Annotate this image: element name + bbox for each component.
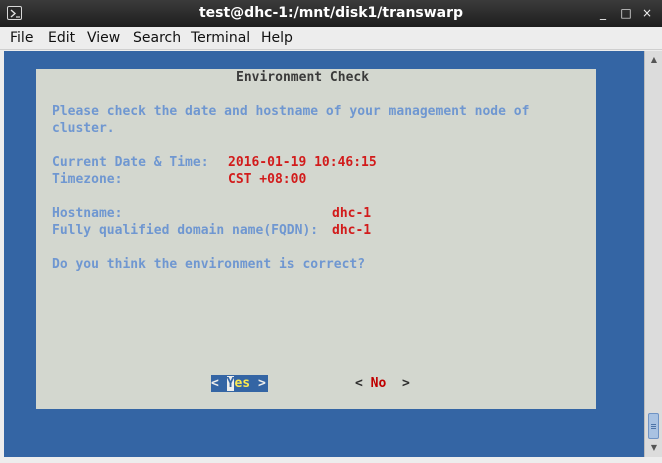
intro-text-line-1: Please check the date and hostname of yo… bbox=[52, 104, 530, 119]
grip-line bbox=[651, 424, 656, 425]
minimize-button[interactable]: _ bbox=[594, 3, 612, 23]
grip-line bbox=[651, 426, 656, 427]
yes-button-right-bracket: > bbox=[250, 376, 266, 391]
fqdn-value: dhc-1 bbox=[332, 223, 372, 238]
datetime-label: Current Date & Time: bbox=[52, 155, 209, 170]
no-button-right-bracket: > bbox=[386, 376, 410, 391]
fqdn-label: Fully qualified domain name(FQDN): bbox=[52, 223, 319, 238]
scroll-down-arrow-icon[interactable]: ▼ bbox=[647, 442, 661, 454]
dialog-title: Environment Check bbox=[236, 70, 370, 85]
scrollbar-thumb[interactable] bbox=[648, 413, 659, 439]
no-button-left-bracket: < bbox=[355, 376, 371, 391]
maximize-button[interactable]: □ bbox=[617, 3, 635, 23]
datetime-value: 2016-01-19 10:46:15 bbox=[228, 155, 377, 170]
title-bar[interactable]: test@dhc-1:/mnt/disk1/transwarp _ □ × bbox=[0, 0, 662, 27]
question-text: Do you think the environment is correct? bbox=[52, 257, 366, 272]
grip-line bbox=[651, 428, 656, 429]
yes-button-label: es bbox=[234, 376, 251, 391]
menu-bar: File Edit View Search Terminal Help bbox=[0, 27, 662, 50]
timezone-value: CST +08:00 bbox=[228, 172, 307, 187]
menu-file[interactable]: File bbox=[10, 27, 33, 49]
environment-check-dialog: Environment Check Please check the date … bbox=[36, 69, 596, 409]
hostname-label: Hostname: bbox=[52, 206, 123, 221]
vertical-scrollbar[interactable]: ▲ ▼ bbox=[644, 51, 662, 457]
terminal-window: test@dhc-1:/mnt/disk1/transwarp _ □ × Fi… bbox=[0, 0, 662, 463]
hostname-value: dhc-1 bbox=[332, 206, 372, 221]
timezone-label: Timezone: bbox=[52, 172, 123, 187]
window-title: test@dhc-1:/mnt/disk1/transwarp bbox=[198, 5, 464, 21]
menu-view[interactable]: View bbox=[87, 27, 120, 49]
yes-button-left-bracket: < bbox=[211, 376, 227, 391]
scroll-up-arrow-icon[interactable]: ▲ bbox=[647, 54, 661, 66]
menu-help[interactable]: Help bbox=[261, 27, 293, 49]
menu-edit[interactable]: Edit bbox=[48, 27, 75, 49]
menu-terminal[interactable]: Terminal bbox=[191, 27, 250, 49]
menu-search[interactable]: Search bbox=[133, 27, 181, 49]
close-button[interactable]: × bbox=[638, 3, 656, 23]
no-button[interactable]: < No > bbox=[355, 375, 410, 392]
intro-text-line-2: cluster. bbox=[52, 121, 115, 136]
yes-button[interactable]: < Yes > bbox=[211, 375, 268, 392]
